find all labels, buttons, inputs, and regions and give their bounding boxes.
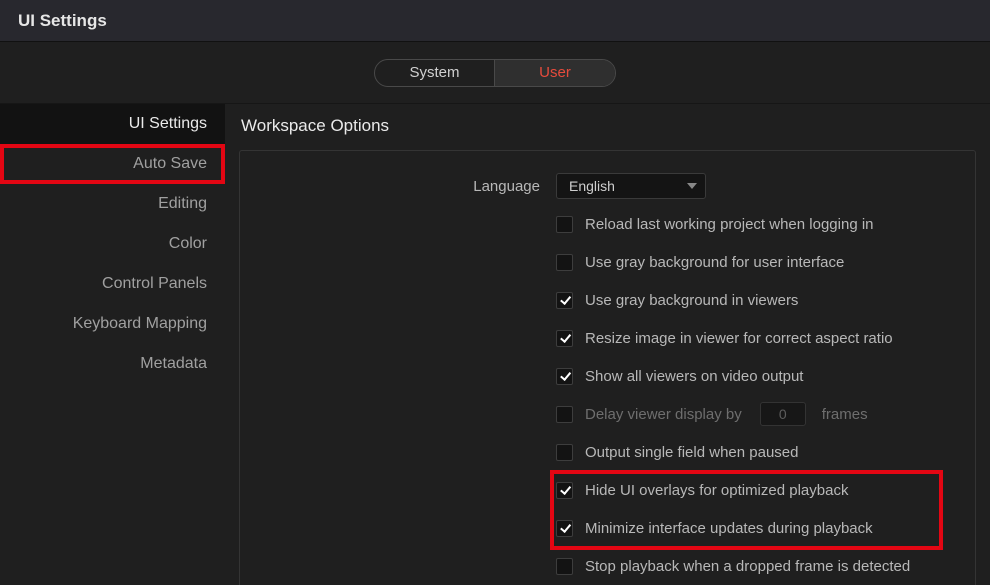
sidebar-item-auto-save[interactable]: Auto Save [0, 144, 225, 184]
sidebar: UI SettingsAuto SaveEditingColorControl … [0, 104, 225, 585]
option-label: Stop playback when a dropped frame is de… [585, 558, 910, 575]
delay-input[interactable]: 0 [760, 402, 806, 426]
checkbox[interactable] [556, 292, 573, 309]
option-row: Use gray background in viewers [260, 281, 955, 319]
option-row: Hide UI overlays for optimized playback [260, 471, 955, 509]
options-panel: Language English Reload last working pro… [239, 150, 976, 585]
checkbox[interactable] [556, 444, 573, 461]
checkbox[interactable] [556, 254, 573, 271]
window-title: UI Settings [18, 11, 107, 31]
option-label: Show all viewers on video output [585, 368, 803, 385]
sidebar-item-control-panels[interactable]: Control Panels [0, 264, 225, 304]
checkbox[interactable] [556, 216, 573, 233]
option-row: Show all viewers on video output [260, 357, 955, 395]
option-label: Use gray background for user interface [585, 254, 844, 271]
option-label: Reload last working project when logging… [585, 216, 874, 233]
option-label: Delay viewer display by [585, 406, 742, 423]
chevron-down-icon [687, 183, 697, 189]
option-row: Delay viewer display by 0 frames [260, 395, 955, 433]
option-label: Use gray background in viewers [585, 292, 798, 309]
option-label: Output single field when paused [585, 444, 798, 461]
checkbox[interactable] [556, 558, 573, 575]
tab-user[interactable]: User [495, 60, 615, 86]
option-label: Minimize interface updates during playba… [585, 520, 873, 537]
sidebar-item-keyboard-mapping[interactable]: Keyboard Mapping [0, 304, 225, 344]
option-row: Use gray background for user interface [260, 243, 955, 281]
language-label: Language [260, 178, 556, 195]
language-select[interactable]: English [556, 173, 706, 199]
main-content: Workspace Options Language English Reloa… [225, 104, 990, 585]
delay-unit: frames [822, 406, 868, 423]
option-row: Stop playback when a dropped frame is de… [260, 547, 955, 585]
option-row: Resize image in viewer for correct aspec… [260, 319, 955, 357]
option-row: Output single field when paused [260, 433, 955, 471]
option-row: Minimize interface updates during playba… [260, 509, 955, 547]
segmented-control: System User [374, 59, 616, 87]
sidebar-item-metadata[interactable]: Metadata [0, 344, 225, 384]
checkbox[interactable] [556, 520, 573, 537]
language-value: English [569, 178, 615, 194]
language-row: Language English [260, 167, 955, 205]
window-titlebar: UI Settings [0, 0, 990, 42]
option-label: Resize image in viewer for correct aspec… [585, 330, 893, 347]
checkbox[interactable] [556, 406, 573, 423]
option-label: Hide UI overlays for optimized playback [585, 482, 848, 499]
sidebar-item-ui-settings[interactable]: UI Settings [0, 104, 225, 144]
checkbox[interactable] [556, 368, 573, 385]
option-row: Reload last working project when logging… [260, 205, 955, 243]
checkbox[interactable] [556, 482, 573, 499]
checkbox[interactable] [556, 330, 573, 347]
section-title: Workspace Options [241, 116, 976, 136]
tab-system[interactable]: System [375, 60, 495, 86]
sidebar-item-editing[interactable]: Editing [0, 184, 225, 224]
sidebar-item-color[interactable]: Color [0, 224, 225, 264]
tab-strip: System User [0, 42, 990, 104]
